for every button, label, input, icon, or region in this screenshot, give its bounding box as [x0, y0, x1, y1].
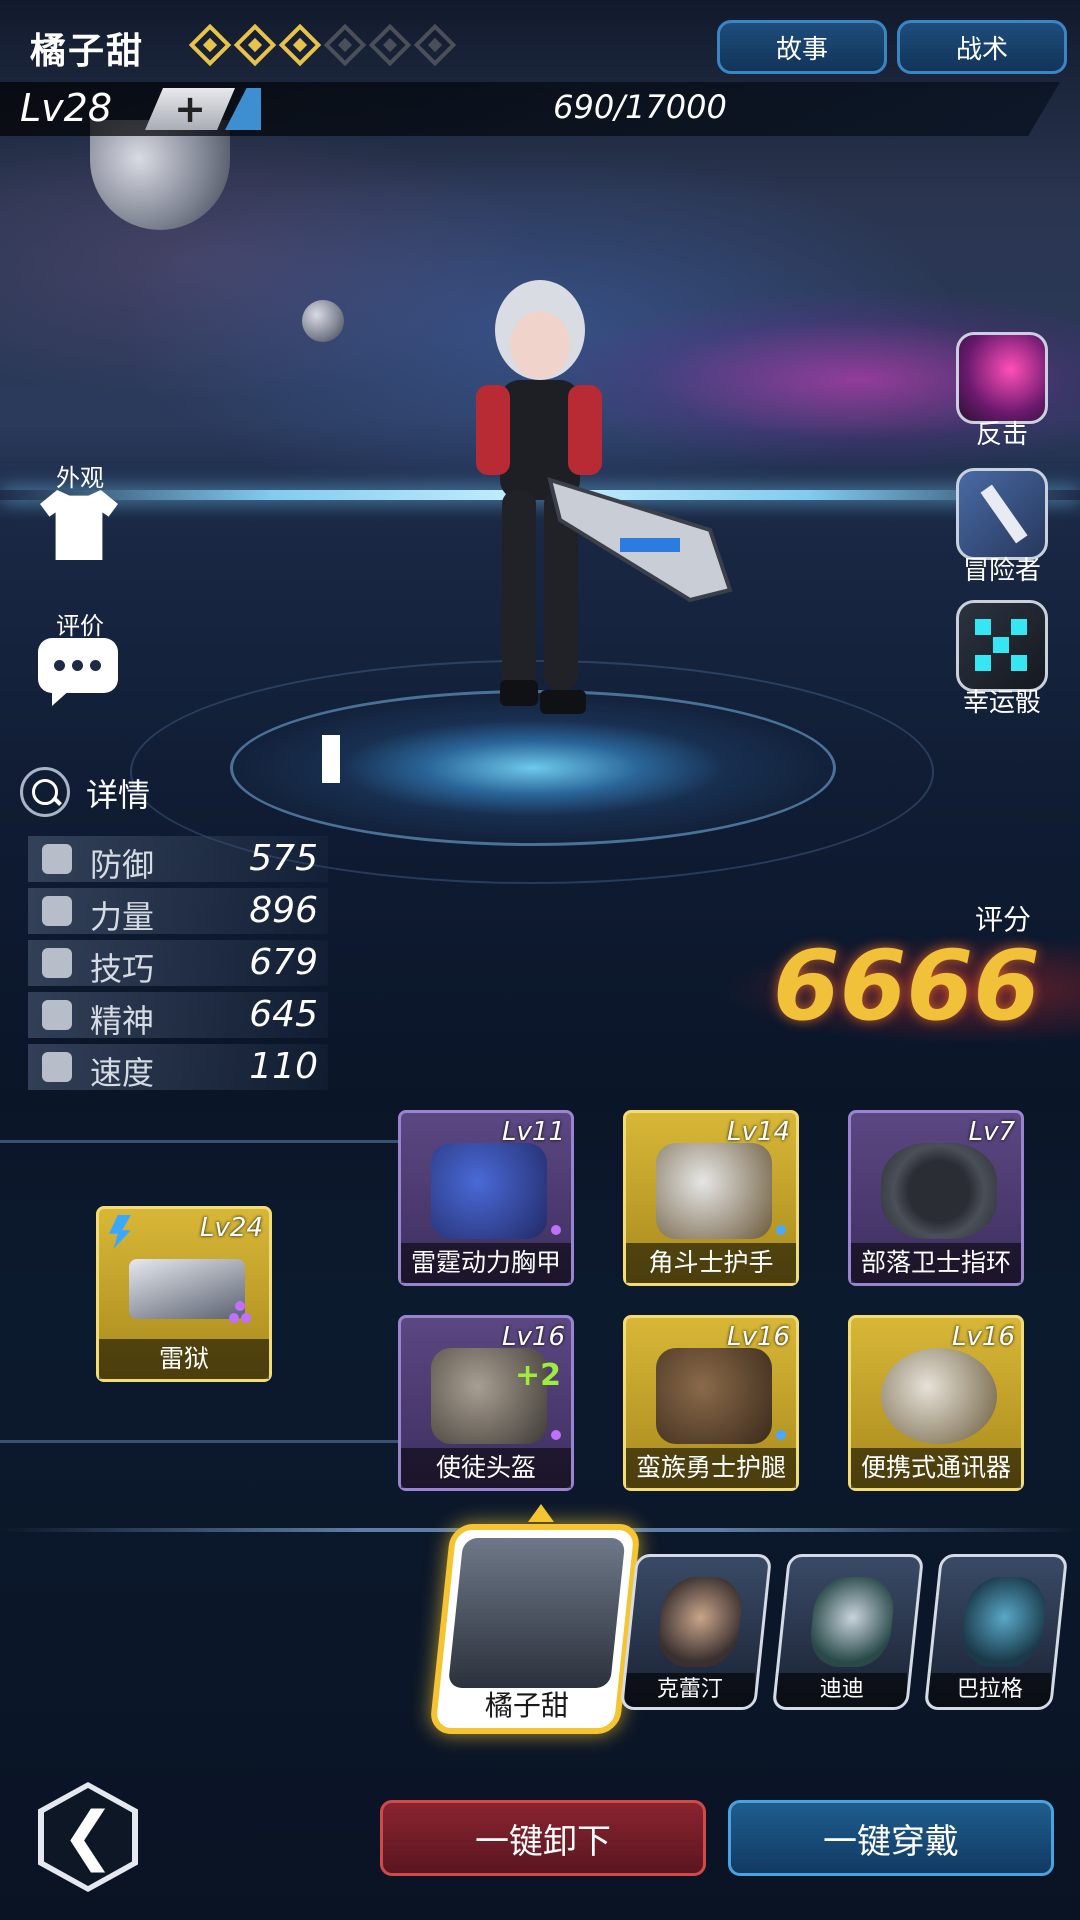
hero-name: 橘子甜 — [30, 31, 145, 72]
details-label[interactable]: 详情 — [86, 770, 150, 816]
review-label: 评价 — [56, 612, 104, 640]
item-name: 部落卫士指环 — [851, 1243, 1021, 1283]
stat-label: 技巧 — [90, 950, 155, 988]
item-level: Lv7 — [968, 1117, 1015, 1147]
gem-dot — [776, 1225, 786, 1235]
hero-card-selected[interactable]: 橘子甜 — [428, 1524, 642, 1734]
item-name: 角斗士护手 — [626, 1243, 796, 1283]
item-name: 雷霆动力胸甲 — [401, 1243, 571, 1283]
item-name: 雷狱 — [99, 1339, 269, 1379]
stat-row-defense: 防御 575 — [28, 836, 328, 884]
item-level: Lv14 — [727, 1117, 790, 1147]
equipment-slot-ring[interactable]: Lv7 部落卫士指环 — [848, 1110, 1024, 1286]
sword-icon[interactable] — [956, 468, 1048, 560]
gauntlet-icon — [656, 1143, 772, 1239]
item-level: Lv16 — [952, 1322, 1015, 1352]
stat-value: 575 — [249, 838, 318, 879]
story-button[interactable]: 故事 — [717, 20, 887, 74]
stat-row-speed: 速度 110 — [28, 1044, 328, 1092]
hero-card[interactable]: 克蕾汀 — [619, 1554, 773, 1710]
fist-icon — [42, 896, 72, 926]
hero-portrait — [959, 1577, 1049, 1667]
gem-dot — [235, 1301, 245, 1311]
moon-small — [302, 300, 344, 342]
hero-card-name: 巴拉格 — [928, 1673, 1051, 1707]
skill-label: 冒险者 — [962, 556, 1041, 586]
hero-character[interactable] — [440, 270, 760, 750]
shield-icon — [42, 844, 72, 874]
equip-all-button[interactable]: 一键穿戴 — [728, 1800, 1054, 1876]
hero-level: Lv28 — [20, 86, 113, 130]
stat-value: 645 — [249, 994, 318, 1035]
equipment-slot-communicator[interactable]: Lv16 便携式通讯器 — [848, 1315, 1024, 1491]
stat-value: 679 — [249, 942, 318, 983]
hero-portrait — [807, 1577, 897, 1667]
ring-icon — [881, 1143, 997, 1239]
stat-row-strength: 力量 896 — [28, 888, 328, 936]
item-level: Lv24 — [200, 1213, 263, 1243]
gem-dot — [241, 1313, 251, 1323]
stat-label: 力量 — [90, 898, 155, 936]
score-value: 6666 — [772, 930, 1040, 1042]
hero-card[interactable]: 巴拉格 — [923, 1554, 1069, 1710]
hero-card[interactable]: 迪迪 — [771, 1554, 925, 1710]
hero-portrait — [447, 1538, 626, 1688]
chat-bubble-icon[interactable] — [38, 638, 118, 693]
equipment-slot-chest[interactable]: Lv11 雷霆动力胸甲 — [398, 1110, 574, 1286]
hero-card-name: 橘子甜 — [484, 1689, 569, 1722]
unequip-all-button[interactable]: 一键卸下 — [380, 1800, 706, 1876]
panel-line — [0, 1440, 400, 1443]
item-name: 蛮族勇士护腿 — [626, 1448, 796, 1488]
gem-dot — [776, 1430, 786, 1440]
equipment-slot-legs[interactable]: Lv16 蛮族勇士护腿 — [623, 1315, 799, 1491]
panel-line — [0, 1140, 400, 1143]
skill-label: 幸运骰 — [962, 688, 1041, 718]
chest-armor-icon — [431, 1143, 547, 1239]
stat-value: 896 — [249, 890, 318, 931]
gem-dot — [551, 1225, 561, 1235]
stat-row-skill: 技巧 679 — [28, 940, 328, 988]
skill-label: 反击 — [975, 420, 1028, 450]
gun-icon — [129, 1259, 245, 1319]
hero-card-name: 克蕾汀 — [624, 1673, 755, 1707]
tactics-button[interactable]: 战术 — [897, 20, 1067, 74]
exp-text: 690/17000 — [553, 88, 727, 126]
lightning-icon — [109, 1215, 131, 1249]
enhance-bonus: +2 — [514, 1358, 561, 1393]
item-level: Lv16 — [727, 1322, 790, 1352]
hero-card-name: 迪迪 — [776, 1673, 907, 1707]
item-level: Lv16 — [502, 1322, 565, 1352]
item-name: 便携式通讯器 — [851, 1448, 1021, 1488]
stat-label: 速度 — [90, 1054, 155, 1092]
equipment-slot-gloves[interactable]: Lv14 角斗士护手 — [623, 1110, 799, 1286]
boots-icon — [656, 1348, 772, 1444]
stat-value: 110 — [249, 1046, 318, 1087]
speed-icon — [42, 1052, 72, 1082]
stat-row-spirit: 精神 645 — [28, 992, 328, 1040]
tools-icon — [42, 948, 72, 978]
hero-portrait — [655, 1577, 745, 1667]
dice-icon[interactable] — [956, 600, 1048, 692]
communicator-icon — [881, 1348, 997, 1444]
equipment-slot-helmet[interactable]: Lv16 +2 使徒头盔 — [398, 1315, 574, 1491]
weapon-slot[interactable]: Lv24 雷狱 — [96, 1206, 272, 1382]
search-icon[interactable] — [20, 767, 70, 817]
scroll-indicator — [322, 735, 340, 783]
item-level: Lv11 — [502, 1117, 565, 1147]
gem-dot — [551, 1430, 561, 1440]
chevron-left-icon: ❮ — [61, 1799, 115, 1873]
mind-icon — [42, 1000, 72, 1030]
gem-dot — [229, 1313, 239, 1323]
slash-icon[interactable] — [956, 332, 1048, 424]
stat-label: 精神 — [90, 1002, 155, 1040]
appearance-label: 外观 — [56, 464, 104, 492]
stat-label: 防御 — [90, 846, 155, 884]
item-name: 使徒头盔 — [401, 1448, 571, 1488]
